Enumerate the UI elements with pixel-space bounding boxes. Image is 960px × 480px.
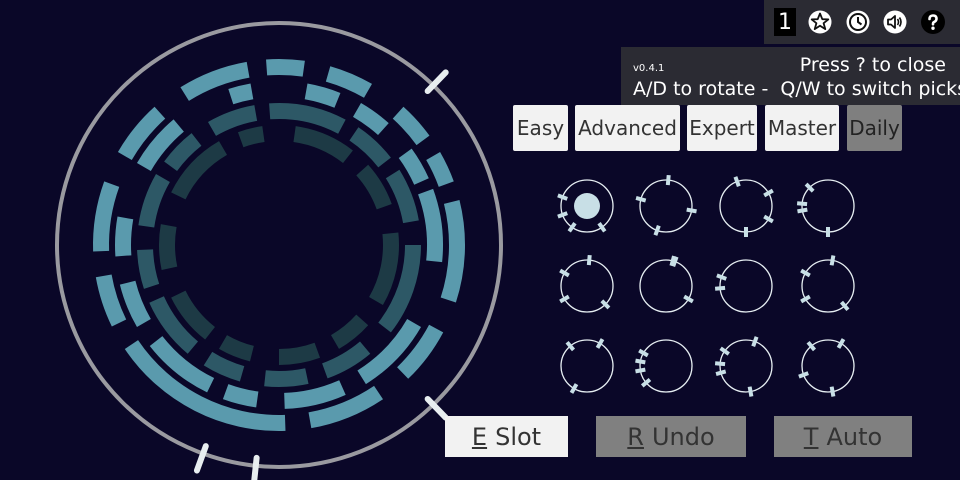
ring-segment xyxy=(219,335,254,362)
pick-item xyxy=(557,179,614,233)
ring-segment xyxy=(237,126,265,148)
pick-mark xyxy=(653,225,661,236)
pick-mark xyxy=(567,222,577,233)
pick-item xyxy=(796,179,855,237)
pick-mark xyxy=(715,369,727,376)
auto-label: Auto xyxy=(826,422,883,451)
ring-segment xyxy=(266,58,305,77)
version-label: v0.4.1 xyxy=(633,63,665,74)
pick-mark xyxy=(797,207,808,214)
speaker-icon[interactable] xyxy=(881,8,909,36)
pick-mark xyxy=(686,207,697,214)
pick-item xyxy=(559,254,614,313)
difficulty-advanced-button[interactable]: Advanced xyxy=(575,105,680,151)
pick-mark xyxy=(763,214,774,224)
pick-mark xyxy=(829,255,836,266)
pick-mark xyxy=(798,371,809,379)
pick-item xyxy=(800,255,855,313)
pick-mark xyxy=(733,176,741,187)
difficulty-easy-button[interactable]: Easy xyxy=(513,105,568,151)
undo-label: Undo xyxy=(651,422,715,451)
pick-item xyxy=(719,176,774,237)
pick-mark xyxy=(714,285,726,291)
difficulty-expert-button[interactable]: Expert xyxy=(687,105,757,151)
slot-label: Slot xyxy=(495,422,542,451)
ring-segment xyxy=(228,83,254,105)
help-icon[interactable] xyxy=(919,8,947,36)
ring-segment xyxy=(264,368,309,387)
pick-item xyxy=(639,255,694,313)
auto-key: T xyxy=(803,422,819,451)
pick-mark xyxy=(557,211,568,219)
difficulty-master-button[interactable]: Master xyxy=(765,105,839,151)
lock-dial[interactable] xyxy=(55,21,503,480)
pick-mark xyxy=(635,367,646,374)
pick-mark xyxy=(559,294,570,304)
pick-mark xyxy=(595,338,605,349)
star-icon[interactable] xyxy=(806,8,834,36)
top-toolbar: 1 xyxy=(764,0,960,44)
pick-mark xyxy=(635,358,646,365)
pick-item xyxy=(714,336,773,397)
pick-item xyxy=(560,338,614,394)
clock-icon[interactable] xyxy=(844,8,872,36)
ring-segment xyxy=(356,164,392,210)
pick-mark xyxy=(665,174,671,186)
ring-segment xyxy=(440,200,465,303)
pick-mark xyxy=(557,193,568,201)
pick-mark xyxy=(586,254,592,266)
ring-segment xyxy=(418,188,444,263)
help-panel: v0.4.1 Press ? to close A/D to rotate - … xyxy=(621,47,960,105)
close-hint: Press ? to close xyxy=(799,54,946,76)
selected-pick-indicator xyxy=(574,193,600,219)
level-number: 1 xyxy=(774,8,796,36)
ring-segment xyxy=(293,126,353,164)
ring-segment xyxy=(426,152,454,187)
slot-key: E xyxy=(471,422,488,451)
pick-mark xyxy=(635,196,647,203)
pick-mark xyxy=(597,222,607,233)
pick-mark xyxy=(719,346,730,356)
ring-segment xyxy=(159,224,178,270)
slot-button[interactable]: E Slot xyxy=(445,416,568,457)
pick-mark xyxy=(559,268,570,278)
pick-mark xyxy=(638,348,649,358)
ring-segment xyxy=(222,384,259,408)
pick-grid[interactable] xyxy=(557,174,855,397)
pick-item xyxy=(714,259,773,313)
ring-segment xyxy=(115,216,134,257)
ring-segment xyxy=(279,342,321,365)
pick-mark xyxy=(569,383,579,394)
ring-segment xyxy=(304,83,341,108)
ring-segment xyxy=(369,232,399,305)
pick-mark xyxy=(747,386,754,397)
auto-button[interactable]: T Auto xyxy=(774,416,912,457)
pick-mark xyxy=(683,294,694,304)
controls-hint: A/D to rotate - Q/W to switch picks xyxy=(633,78,960,100)
pick-item xyxy=(635,339,693,393)
pick-mark xyxy=(800,294,811,304)
pick-item xyxy=(635,174,697,236)
pick-mark xyxy=(714,361,726,367)
ring-segment xyxy=(331,314,369,349)
ring-segment xyxy=(95,274,127,327)
pick-mark xyxy=(716,273,727,281)
ring-segment xyxy=(137,249,160,289)
pick-mark xyxy=(800,268,811,278)
pick-mark xyxy=(796,201,808,207)
ring-segment xyxy=(349,127,391,168)
ring-segment xyxy=(138,174,170,228)
undo-key: R xyxy=(627,422,644,451)
pick-mark xyxy=(751,336,759,347)
notch-marker xyxy=(251,454,260,480)
pick-mark xyxy=(829,386,836,397)
pick-mark xyxy=(836,338,846,349)
difficulty-daily-button[interactable]: Daily xyxy=(847,105,902,151)
pick-mark xyxy=(763,188,774,198)
undo-button[interactable]: R Undo xyxy=(596,416,746,457)
pick-item xyxy=(798,338,855,397)
ring-segment xyxy=(392,106,430,146)
